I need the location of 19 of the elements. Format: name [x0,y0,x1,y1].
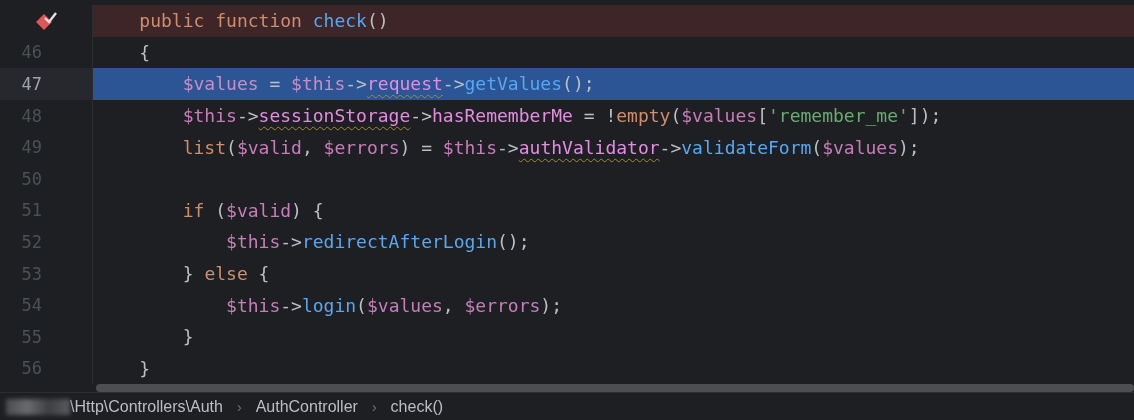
code-line: $this->redirectAfterLogin(); [225,231,530,253]
code-line: $this->login($values, $errors); [225,294,563,316]
code-line: { [138,41,151,63]
horizontal-scrollbar[interactable] [96,384,1134,393]
code-line: $values = $this->request->getValues(); [181,73,595,95]
code-line: } [181,326,194,348]
line-number: 47 [21,74,42,94]
blurred-text [6,398,70,415]
code-line: public function check() [138,10,389,32]
breadcrumb-separator: › [236,398,242,415]
breadcrumb-item[interactable]: check() [390,397,444,416]
code-line: } [138,357,151,379]
code-line: $this->sessionStorage->hasRememberMe = !empty($values['remember_me']); [181,105,942,127]
breadcrumb-item[interactable]: \Http\Controllers\Auth [70,397,223,416]
code-line: list($valid, $errors) = $this->authValidator->validateForm($values); [181,136,920,158]
code-line: } else { [181,263,270,285]
breadcrumb-item[interactable]: AuthController [255,397,358,416]
breadcrumb-separator: › [371,398,377,415]
code-line: if ($valid) { [181,199,324,221]
